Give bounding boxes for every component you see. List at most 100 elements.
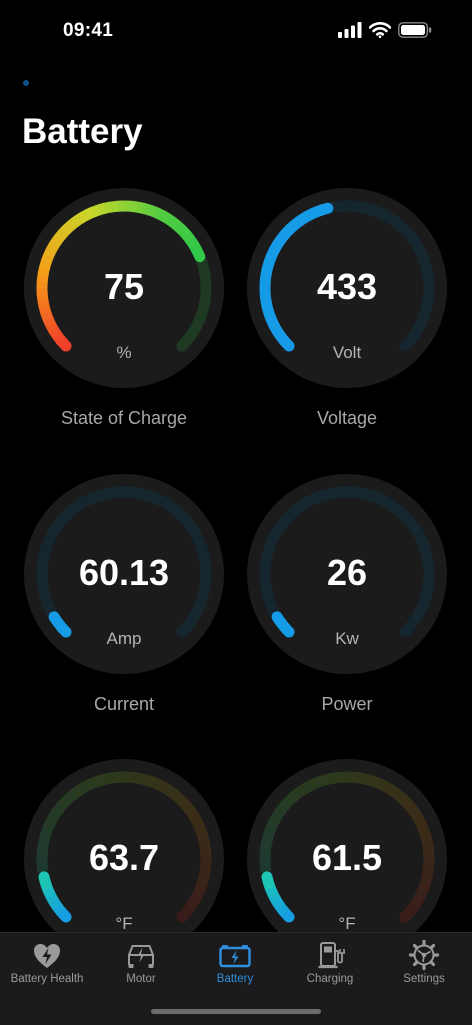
tab-battery-health[interactable]: Battery Health — [0, 933, 94, 1003]
gauge-track-segment — [420, 890, 423, 896]
gauge-track-segment — [99, 779, 106, 781]
gauge-track-segment — [423, 313, 425, 320]
gauge-fill-segment — [277, 617, 281, 622]
gauge-track-segment — [390, 789, 396, 793]
gauge-track-segment — [360, 207, 367, 208]
gauge-fill-segment — [277, 901, 281, 907]
gauge-track-segment — [48, 536, 51, 542]
gauge-track-segment — [384, 215, 390, 218]
tab-settings[interactable]: Settings — [377, 933, 471, 1003]
gauge-fill-segment — [48, 250, 51, 256]
gauge-track-segment — [420, 319, 423, 325]
gauge-track-segment — [413, 331, 417, 337]
gauge-track-segment — [299, 504, 305, 508]
gauge-fill-segment — [304, 215, 310, 218]
gauge-caption: Voltage — [227, 408, 467, 429]
gauge-track-segment — [328, 493, 335, 494]
home-indicator — [151, 1009, 321, 1014]
gauge-dial: 75 % — [24, 188, 224, 388]
gauge-track-segment — [99, 494, 106, 496]
gauge-state-of-charge[interactable]: 75 % State of Charge — [24, 188, 224, 388]
gauge-track-segment — [417, 531, 420, 537]
status-icons — [338, 22, 432, 38]
gauge-track-segment — [423, 599, 425, 606]
gauge-track-segment — [413, 617, 417, 623]
gauge-track-segment — [177, 797, 182, 802]
gauge-fill-segment — [81, 215, 87, 218]
gauge-track-segment — [417, 816, 420, 822]
gauge-track-segment — [54, 810, 58, 816]
gauge-track-segment — [417, 611, 420, 617]
gauge-fill-segment — [54, 617, 58, 622]
gauge-track-segment — [425, 307, 427, 314]
tab-motor[interactable]: Motor — [94, 933, 188, 1003]
gauge-track-segment — [409, 235, 413, 241]
wifi-icon — [369, 22, 391, 38]
gauge-value: 433 — [247, 266, 447, 308]
gauge-fill-segment — [105, 207, 112, 208]
gauge-current[interactable]: 60.13 Amp Current — [24, 474, 224, 674]
gauge-fill-segment — [285, 230, 290, 235]
gauge-track-segment — [197, 605, 200, 611]
gauge-track-segment — [417, 245, 420, 251]
gauge-track-segment — [413, 811, 417, 817]
gauge-track-segment — [304, 501, 310, 504]
tab-charging[interactable]: Charging — [283, 933, 377, 1003]
gauge-fill-segment — [62, 230, 67, 235]
gauge-track-segment — [378, 498, 384, 501]
gauge-track-segment — [194, 816, 197, 822]
gauge-track-segment — [425, 593, 427, 600]
gauge-track-segment — [395, 793, 400, 797]
gauge-voltage[interactable]: 433 Volt Voltage — [247, 188, 447, 388]
gauge-track-segment — [182, 516, 187, 521]
gauge-track-segment — [194, 896, 197, 902]
gauge-fill-segment — [57, 336, 61, 342]
gauge-track-segment — [51, 816, 54, 822]
gauge-unit: Kw — [247, 629, 447, 649]
gauge-track-segment — [105, 493, 112, 494]
tab-label: Charging — [283, 973, 377, 985]
gauge-track-segment — [137, 778, 144, 779]
gauge-track-segment — [366, 779, 373, 781]
gauge-track-segment — [277, 525, 281, 531]
gauge-fill-segment — [58, 234, 62, 239]
gauge-track-segment — [310, 498, 316, 501]
gauge-fill-segment — [143, 208, 150, 210]
gauge-track-segment — [420, 605, 423, 611]
gauge-track-segment — [172, 793, 177, 797]
gauge-track-segment — [194, 325, 197, 331]
gauge-temperature-1[interactable]: 63.7 °F — [24, 759, 224, 959]
gauge-fill-segment — [310, 212, 316, 215]
gauge-track-segment — [384, 501, 390, 504]
gauge-track-segment — [390, 218, 396, 222]
gauge-value: 63.7 — [24, 837, 224, 879]
gauge-caption: State of Charge — [4, 408, 244, 429]
gauge-power[interactable]: 26 Kw Power — [247, 474, 447, 674]
gauge-track-segment — [155, 498, 161, 501]
gauge-track-segment — [353, 492, 360, 493]
gauge-track-segment — [310, 783, 316, 786]
gauge-track-segment — [289, 796, 294, 801]
gauge-fill-segment — [87, 212, 93, 215]
gauge-track-segment — [87, 783, 93, 786]
gauge-track-segment — [289, 511, 294, 516]
gauge-track-segment — [417, 325, 420, 331]
gauge-track-segment — [400, 512, 405, 517]
gauge-unit: % — [24, 343, 224, 363]
gauge-track-segment — [304, 786, 310, 789]
gauge-track-segment — [46, 599, 48, 606]
gauge-fill-segment — [54, 901, 58, 907]
tab-battery[interactable]: Battery — [188, 933, 282, 1003]
gauge-fill-segment — [51, 245, 54, 251]
gauge-temperature-2[interactable]: 61.5 °F — [247, 759, 447, 959]
gauge-track-segment — [155, 783, 161, 786]
gauge-track-segment — [425, 878, 427, 885]
gauge-track-segment — [423, 884, 425, 891]
gauge-track-segment — [105, 778, 112, 779]
gauge-fill-segment — [274, 325, 277, 331]
gauge-track-segment — [405, 801, 410, 806]
gauge-track-segment — [143, 779, 150, 781]
gauge-unit: °F — [24, 914, 224, 934]
gauge-track-segment — [81, 501, 87, 504]
gauge-fill-segment — [54, 239, 58, 245]
